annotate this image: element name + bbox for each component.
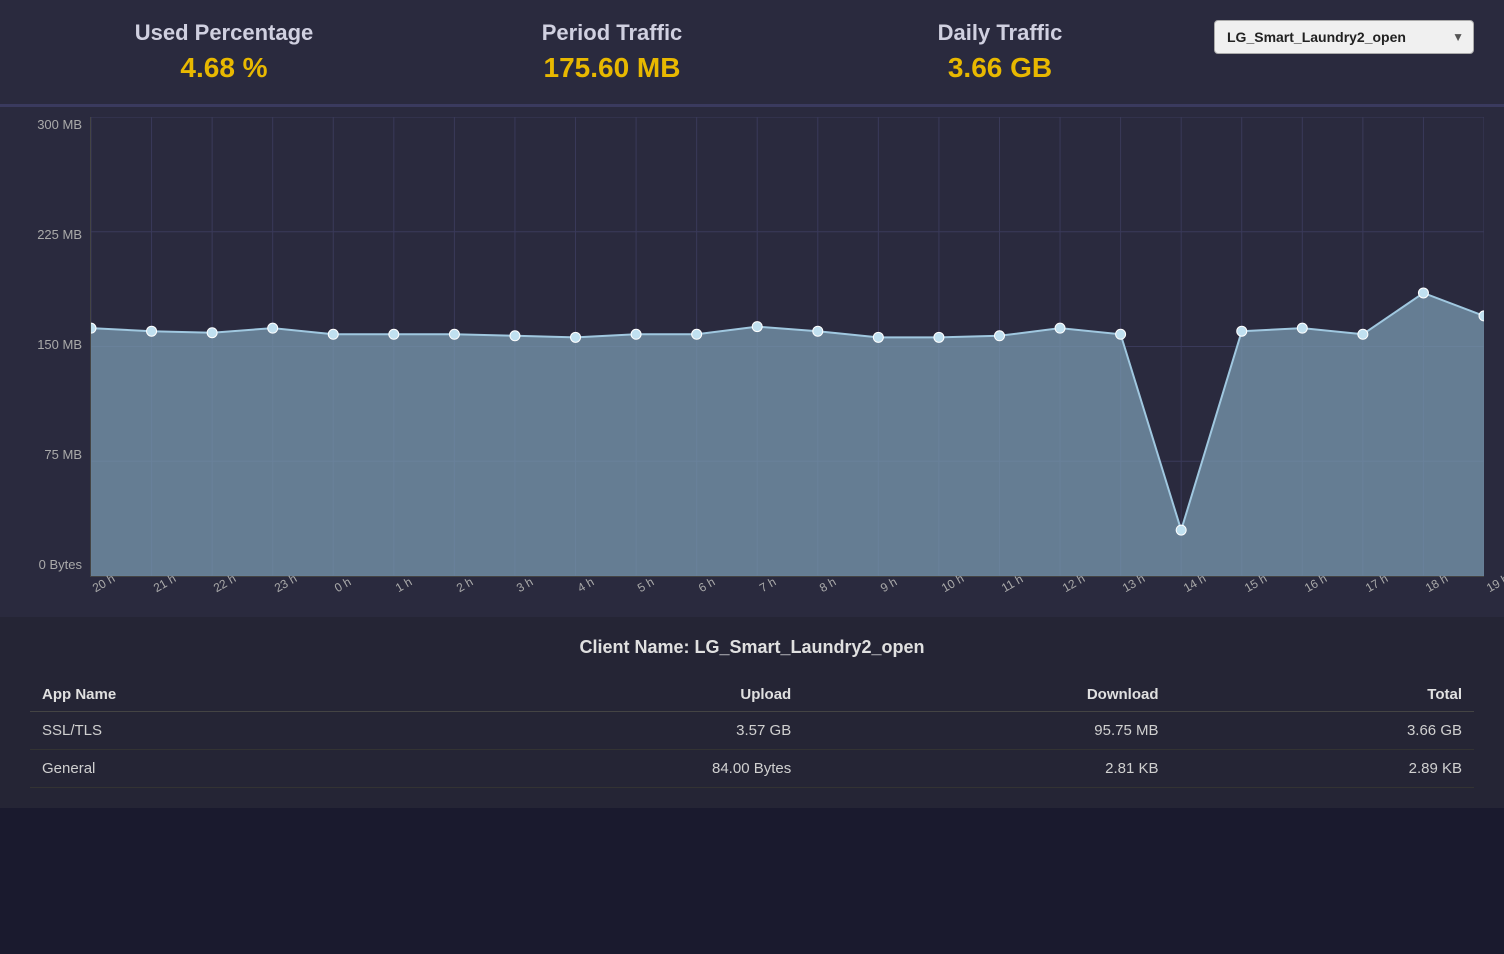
chart-area <box>90 117 1484 577</box>
x-axis-label: 7 h <box>757 575 778 595</box>
table-body: SSL/TLS3.57 GB95.75 MB3.66 GBGeneral84.0… <box>30 712 1474 788</box>
chart-dot <box>631 329 641 339</box>
chart-wrap: 0 Bytes75 MB150 MB225 MB300 MB 20 h21 h2… <box>20 117 1484 617</box>
daily-traffic-value: 3.66 GB <box>806 52 1194 84</box>
header-app-name: App Name <box>30 678 407 712</box>
chart-dot <box>389 329 399 339</box>
period-traffic-label: Period Traffic <box>418 20 806 46</box>
daily-traffic-label: Daily Traffic <box>806 20 1194 46</box>
cell-total: 3.66 GB <box>1171 712 1474 750</box>
client-title: Client Name: LG_Smart_Laundry2_open <box>30 637 1474 658</box>
x-axis-label: 2 h <box>454 575 475 595</box>
x-axis: 20 h21 h22 h23 h0 h1 h2 h3 h4 h5 h6 h7 h… <box>90 577 1484 617</box>
header-upload: Upload <box>407 678 803 712</box>
cell-app-name: SSL/TLS <box>30 712 407 750</box>
cell-upload: 84.00 Bytes <box>407 750 803 788</box>
stats-header: Used Percentage 4.68 % Period Traffic 17… <box>0 0 1504 107</box>
client-dropdown[interactable]: LG_Smart_Laundry2_open <box>1214 20 1474 54</box>
header-total: Total <box>1171 678 1474 712</box>
bottom-panel: Client Name: LG_Smart_Laundry2_open App … <box>0 617 1504 808</box>
data-table: App Name Upload Download Total SSL/TLS3.… <box>30 678 1474 788</box>
used-percentage-block: Used Percentage 4.68 % <box>30 20 418 84</box>
x-axis-label: 5 h <box>635 575 656 595</box>
x-axis-label: 1 h <box>393 575 414 595</box>
chart-container: 0 Bytes75 MB150 MB225 MB300 MB 20 h21 h2… <box>0 107 1504 617</box>
x-axis-label: 19 h <box>1484 571 1504 595</box>
chart-dot <box>1055 323 1065 333</box>
chart-dot <box>1237 326 1247 336</box>
chart-dot <box>571 332 581 342</box>
chart-dot <box>1116 329 1126 339</box>
cell-total: 2.89 KB <box>1171 750 1474 788</box>
chart-area-fill <box>91 293 1484 576</box>
used-percentage-label: Used Percentage <box>30 20 418 46</box>
y-axis-label: 0 Bytes <box>20 557 90 572</box>
chart-dot <box>147 326 157 336</box>
chart-dot <box>813 326 823 336</box>
used-percentage-value: 4.68 % <box>30 52 418 84</box>
chart-dot <box>1358 329 1368 339</box>
cell-download: 2.81 KB <box>803 750 1170 788</box>
header-download: Download <box>803 678 1170 712</box>
y-axis-label: 300 MB <box>20 117 90 132</box>
x-axis-label: 9 h <box>878 575 899 595</box>
chart-dot <box>1418 288 1428 298</box>
client-dropdown-area: LG_Smart_Laundry2_open <box>1194 20 1474 54</box>
chart-dot <box>510 331 520 341</box>
y-axis-label: 150 MB <box>20 337 90 352</box>
x-axis-label: 6 h <box>696 575 717 595</box>
chart-dot <box>1176 525 1186 535</box>
chart-dot <box>692 329 702 339</box>
x-axis-label: 0 h <box>332 575 353 595</box>
table-row: SSL/TLS3.57 GB95.75 MB3.66 GB <box>30 712 1474 750</box>
x-axis-label: 4 h <box>575 575 596 595</box>
period-traffic-block: Period Traffic 175.60 MB <box>418 20 806 84</box>
client-dropdown-wrapper[interactable]: LG_Smart_Laundry2_open <box>1214 20 1474 54</box>
y-axis-label: 75 MB <box>20 447 90 462</box>
chart-dot <box>207 328 217 338</box>
chart-dot <box>1297 323 1307 333</box>
cell-upload: 3.57 GB <box>407 712 803 750</box>
chart-dot <box>934 332 944 342</box>
chart-svg <box>91 117 1484 576</box>
chart-dot <box>328 329 338 339</box>
cell-app-name: General <box>30 750 407 788</box>
y-axis: 0 Bytes 75 MB 150 MB 225 MB 300 MB <box>20 117 90 577</box>
chart-dot <box>268 323 278 333</box>
y-axis-label: 225 MB <box>20 227 90 242</box>
chart-dot <box>752 322 762 332</box>
chart-dot <box>994 331 1004 341</box>
x-axis-label: 8 h <box>817 575 838 595</box>
table-row: General84.00 Bytes2.81 KB2.89 KB <box>30 750 1474 788</box>
table-header-row: App Name Upload Download Total <box>30 678 1474 712</box>
daily-traffic-block: Daily Traffic 3.66 GB <box>806 20 1194 84</box>
chart-dot <box>873 332 883 342</box>
x-axis-label: 3 h <box>514 575 535 595</box>
period-traffic-value: 175.60 MB <box>418 52 806 84</box>
cell-download: 95.75 MB <box>803 712 1170 750</box>
chart-dot <box>449 329 459 339</box>
